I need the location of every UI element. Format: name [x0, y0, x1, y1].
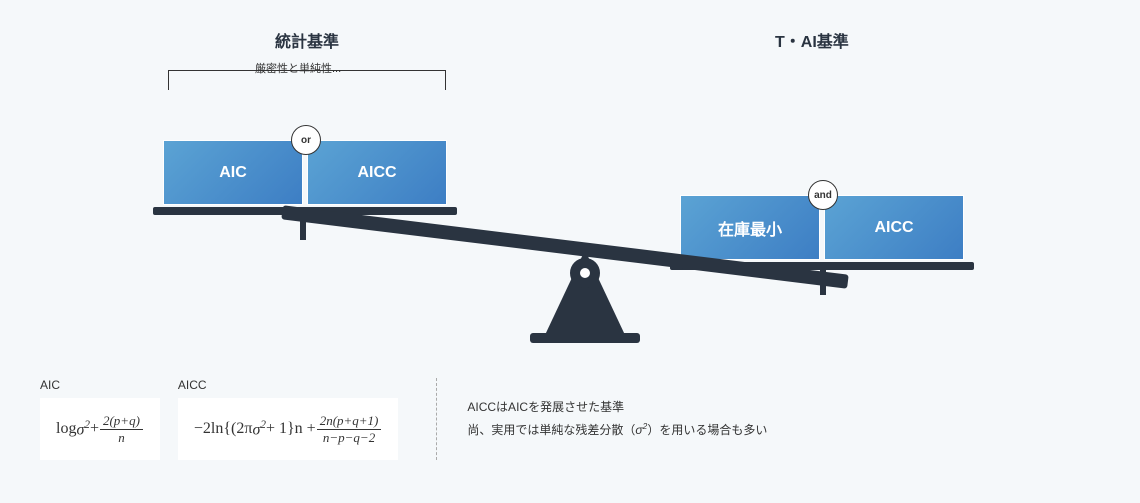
balance-scale-diagram: 厳密性と単純性... or AIC AICC and 在庫最小 AICC — [0, 55, 1140, 375]
aic-formula-group: AIC logσ2 + 2(p+q)n — [40, 378, 160, 460]
left-box-aicc: AICC — [307, 140, 447, 205]
aicc-formula: −2ln{(2πσ2 + 1}n + 2n(p+q+1)n−p−q−2 — [178, 398, 398, 460]
title-left: 統計基準 — [275, 28, 339, 52]
title-right: T・AI基準 — [775, 28, 849, 52]
fulcrum-base — [530, 333, 640, 343]
note-line2: 尚、実用では単純な残差分散（σ2）を用いる場合も多い — [467, 419, 767, 442]
aicc-label: AICC — [178, 378, 398, 392]
footnote: AICCはAICを発展させた基準 尚、実用では単純な残差分散（σ2）を用いる場合… — [436, 378, 767, 460]
or-badge: or — [291, 125, 321, 155]
and-badge: and — [808, 180, 838, 210]
aic-label: AIC — [40, 378, 160, 392]
aicc-formula-group: AICC −2ln{(2πσ2 + 1}n + 2n(p+q+1)n−p−q−2 — [178, 378, 398, 460]
aic-formula: logσ2 + 2(p+q)n — [40, 398, 160, 460]
right-box-inventory: 在庫最小 — [680, 195, 820, 260]
left-subtitle: 厳密性と単純性... — [255, 60, 341, 76]
left-box-aic: AIC — [163, 140, 303, 205]
or-badge-text: or — [301, 135, 311, 146]
note-line1: AICCはAICを発展させた基準 — [467, 396, 767, 419]
right-box-aicc: AICC — [824, 195, 964, 260]
formula-row: AIC logσ2 + 2(p+q)n AICC −2ln{(2πσ2 + 1}… — [40, 378, 1100, 460]
pivot-circle — [570, 258, 600, 288]
and-badge-text: and — [814, 190, 832, 201]
left-pan: or AIC AICC — [163, 140, 457, 215]
